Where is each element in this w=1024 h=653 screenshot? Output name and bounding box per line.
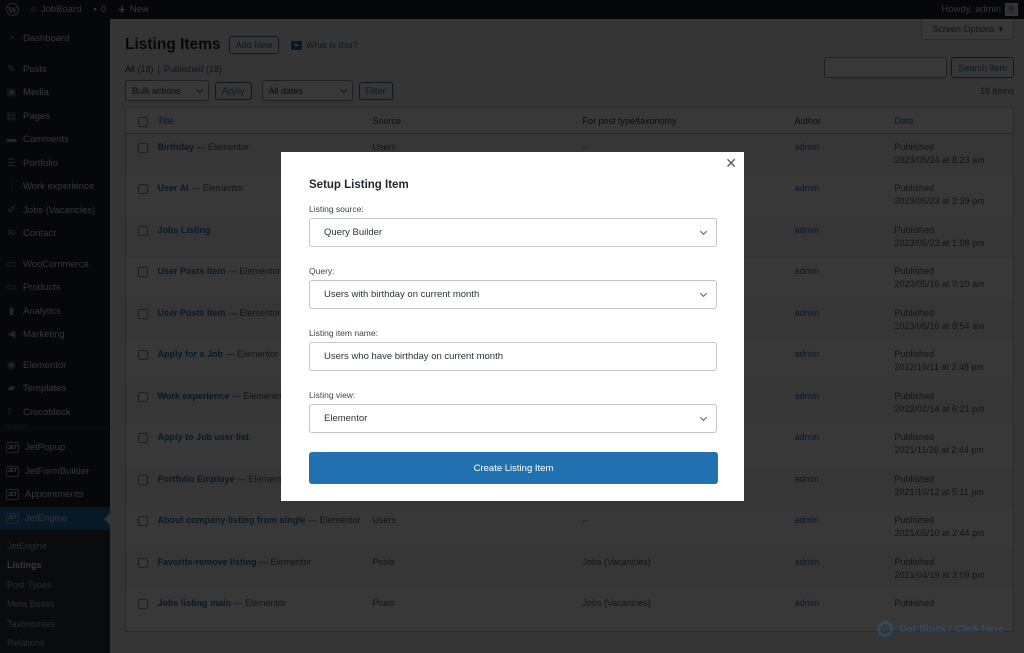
query-value: Users with birthday on current month xyxy=(324,289,480,300)
listing-source-value: Query Builder xyxy=(324,227,383,238)
listing-item-name-input[interactable]: Users who have birthday on current month xyxy=(309,342,717,371)
setup-listing-modal: ✕ Setup Listing Item Listing source: Que… xyxy=(281,152,744,501)
listing-source-select[interactable]: Query Builder xyxy=(309,218,717,247)
query-label: Query: xyxy=(309,266,335,276)
lifebuoy-icon xyxy=(876,621,893,637)
chevron-down-icon xyxy=(699,227,708,235)
create-listing-item-button[interactable]: Create Listing Item xyxy=(309,452,718,484)
close-icon[interactable]: ✕ xyxy=(725,155,737,172)
got-stuck-help-link[interactable]: Got Stuck? Click Here xyxy=(876,621,1004,637)
listing-item-name-value: Users who have birthday on current month xyxy=(324,351,504,362)
modal-title: Setup Listing Item xyxy=(309,179,409,191)
listing-view-value: Elementor xyxy=(324,413,368,424)
listing-view-select[interactable]: Elementor xyxy=(309,404,717,433)
query-select[interactable]: Users with birthday on current month xyxy=(309,280,717,309)
help-label: Got Stuck? Click Here xyxy=(898,623,1004,635)
listing-item-name-label: Listing item name: xyxy=(309,328,378,338)
listing-source-label: Listing source: xyxy=(309,204,364,214)
listing-view-label: Listing view: xyxy=(309,390,356,400)
chevron-down-icon xyxy=(699,289,708,297)
chevron-down-icon xyxy=(699,413,708,421)
